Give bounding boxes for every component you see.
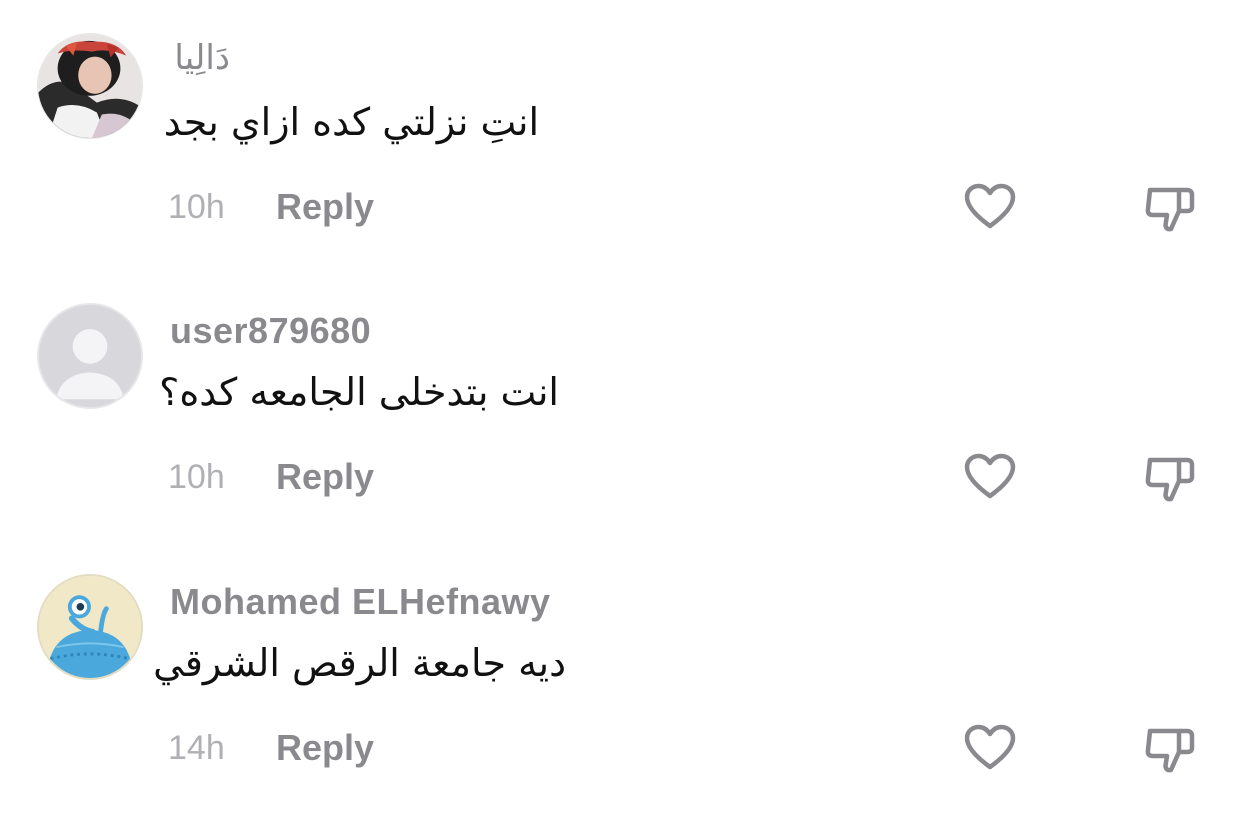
thumbs-down-icon [1145,728,1195,773]
reply-button[interactable]: Reply [276,727,374,769]
profile-photo-icon [38,34,142,138]
heart-icon [964,183,1016,229]
comment-text: انتِ نزلتي كده ازاي بجد [163,100,539,144]
timestamp: 10h [168,188,225,226]
comment-item: user879680 انت بتدخلى الجامعه كده؟ 10h R… [0,270,1242,540]
thumbs-down-icon [1145,187,1195,232]
like-button[interactable] [962,720,1018,776]
comment-text: ديه جامعة الرقص الشرقي [153,641,566,685]
heart-icon [964,453,1016,499]
reply-button[interactable]: Reply [276,456,374,498]
avatar[interactable] [37,303,143,409]
heart-icon [964,724,1016,770]
cartoon-alien-icon [39,576,141,678]
like-button[interactable] [962,179,1018,235]
comment-text: انت بتدخلى الجامعه كده؟ [159,370,559,414]
username[interactable]: Mohamed ELHefnawy [170,581,551,623]
comment-item: Mohamed ELHefnawy ديه جامعة الرقص الشرقي… [0,541,1242,811]
dislike-button[interactable] [1141,179,1197,235]
username[interactable]: user879680 [170,310,371,352]
dislike-button[interactable] [1141,720,1197,776]
avatar[interactable] [37,574,143,680]
timestamp: 10h [168,458,225,496]
username[interactable]: دَالِيا [174,38,230,78]
default-avatar-icon [39,305,141,407]
like-button[interactable] [962,449,1018,505]
dislike-button[interactable] [1141,449,1197,505]
reply-button[interactable]: Reply [276,186,374,228]
avatar[interactable] [37,33,143,139]
timestamp: 14h [168,729,225,767]
thumbs-down-icon [1145,457,1195,502]
comment-item: دَالِيا انتِ نزلتي كده ازاي بجد 10h Repl… [0,0,1242,270]
